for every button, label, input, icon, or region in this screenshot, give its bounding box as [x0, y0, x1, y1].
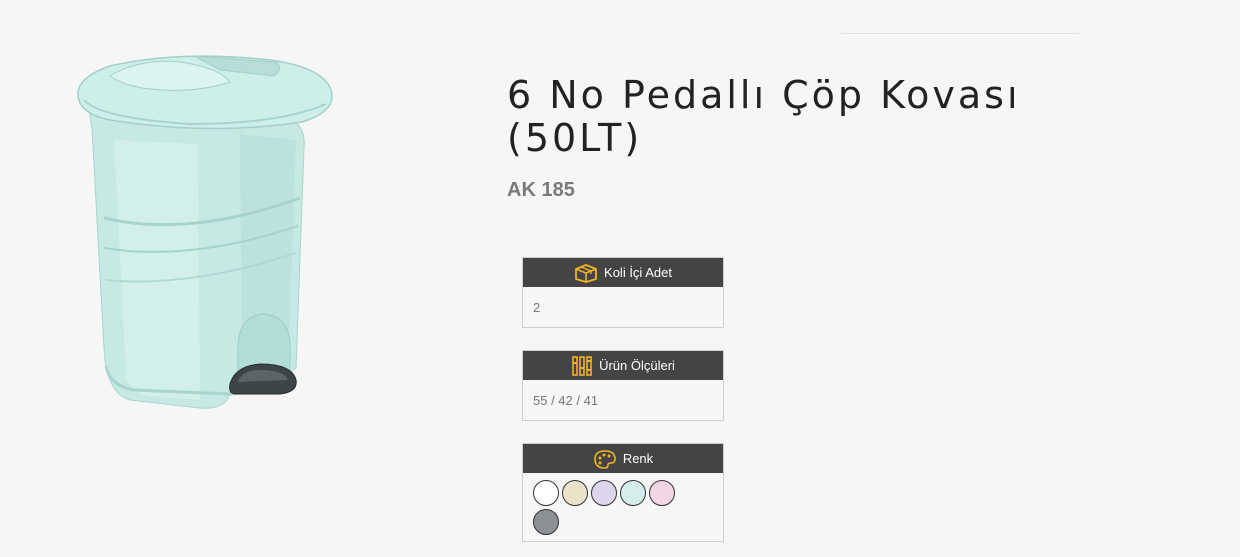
info-box-olcu: Ürün Ölçüleri 55 / 42 / 41 — [522, 350, 724, 421]
info-header-renk: Renk — [523, 444, 723, 473]
info-value-koli: 2 — [533, 299, 541, 315]
color-swatch-2[interactable] — [562, 480, 588, 506]
product-title: 6 No Pedallı Çöp Kovası (50LT) — [507, 73, 1021, 160]
info-box-koli: Koli İçi Adet 2 — [522, 257, 724, 328]
product-code: AK 185 — [507, 179, 575, 201]
info-label-olcu: Ürün Ölçüleri — [599, 358, 675, 373]
info-label-koli: Koli İçi Adet — [604, 265, 672, 280]
top-divider — [841, 33, 1079, 34]
palette-icon — [594, 449, 616, 469]
color-swatches — [523, 473, 703, 541]
product-page: 6 No Pedallı Çöp Kovası (50LT) AK 185 Ko… — [0, 0, 1240, 557]
info-box-renk: Renk — [522, 443, 724, 542]
info-header-koli: Koli İçi Adet — [523, 258, 723, 287]
color-swatch-5[interactable] — [649, 480, 675, 506]
info-label-renk: Renk — [622, 451, 654, 466]
color-swatch-6[interactable] — [533, 509, 559, 535]
box-icon — [575, 263, 597, 283]
product-image — [77, 55, 333, 409]
ruler-icon — [572, 355, 592, 376]
color-swatch-3[interactable] — [591, 480, 617, 506]
info-header-olcu: Ürün Ölçüleri — [523, 351, 723, 380]
color-swatch-4[interactable] — [620, 480, 646, 506]
color-swatch-1[interactable] — [533, 480, 559, 506]
info-value-olcu: 55 / 42 / 41 — [533, 392, 599, 408]
